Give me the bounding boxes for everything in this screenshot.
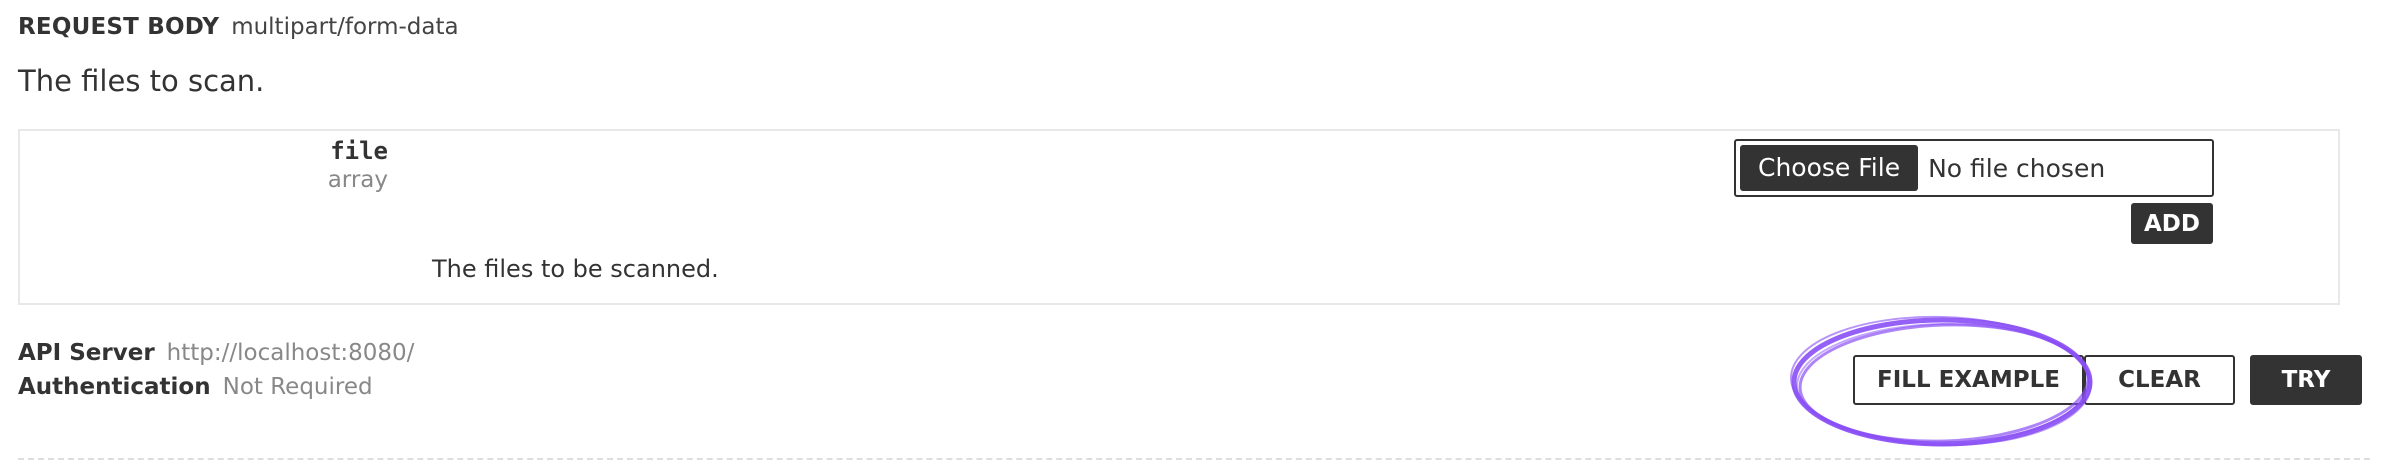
param-description: The files to be scanned.	[432, 255, 719, 283]
try-button[interactable]: TRY	[2250, 355, 2362, 405]
authentication-value: Not Required	[222, 374, 373, 400]
choose-file-button[interactable]: Choose File	[1740, 145, 1919, 191]
authentication-row: Authentication Not Required	[18, 374, 414, 408]
param-name: file	[330, 137, 388, 165]
file-status-text: No file chosen	[1928, 153, 2106, 183]
api-server-row: API Server http://localhost:8080/	[18, 340, 414, 374]
content-type: multipart/form-data	[231, 14, 459, 40]
param-type: array	[327, 167, 388, 193]
request-body-label: REQUEST BODY	[18, 14, 220, 40]
add-button[interactable]: ADD	[2131, 203, 2213, 244]
fill-example-button[interactable]: FILL EXAMPLE	[1853, 355, 2084, 405]
request-body-description: The files to scan.	[18, 64, 265, 98]
file-input[interactable]: Choose File No file chosen	[1734, 139, 2214, 197]
api-server-label: API Server	[18, 340, 155, 366]
parameter-table: file array The files to be scanned. Choo…	[18, 129, 2340, 305]
api-server-value: http://localhost:8080/	[166, 340, 415, 366]
request-body-section: REQUEST BODY multipart/form-data The fil…	[0, 0, 2388, 464]
section-divider	[18, 458, 2370, 460]
authentication-label: Authentication	[18, 374, 211, 400]
clear-button[interactable]: CLEAR	[2084, 355, 2235, 405]
server-info: API Server http://localhost:8080/ Authen…	[18, 340, 414, 408]
request-body-header: REQUEST BODY multipart/form-data	[18, 14, 459, 48]
